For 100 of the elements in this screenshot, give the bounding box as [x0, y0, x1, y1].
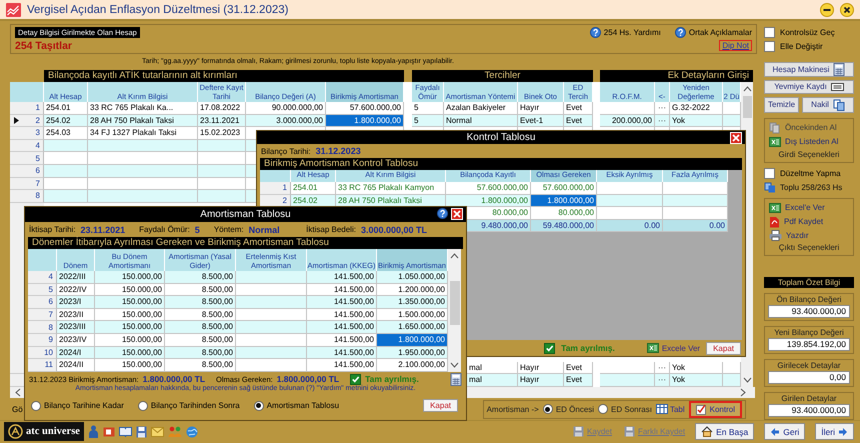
table-cell[interactable] — [236, 284, 307, 296]
table-cell[interactable] — [88, 190, 198, 203]
table-cell[interactable] — [88, 164, 198, 178]
nav-button[interactable]: En Başa — [695, 423, 754, 440]
table-cell[interactable]: 57.600.000,00 — [446, 182, 531, 195]
help-icon[interactable] — [437, 208, 448, 219]
option-label[interactable]: ED Sonrası — [611, 404, 652, 414]
table-cell[interactable] — [723, 102, 741, 115]
table-cell[interactable]: Hayır — [518, 374, 564, 387]
table-cell[interactable] — [723, 374, 741, 387]
table-cell[interactable]: Normal — [444, 114, 518, 128]
table-cell[interactable]: Evet — [564, 114, 593, 128]
table-cell[interactable]: 1.800.000,00 — [326, 114, 404, 128]
close-icon[interactable] — [840, 2, 854, 16]
tool-button[interactable]: Nakil — [802, 96, 854, 113]
table-cell[interactable]: 8.500,00 — [165, 346, 236, 360]
scroll-up-icon[interactable] — [742, 85, 752, 92]
table-cell[interactable]: 33 RC 765 Plakalı Ka... — [88, 102, 198, 115]
checkbox-label[interactable]: Elle Değiştir — [780, 42, 823, 52]
table-cell[interactable]: 90.000.000,00 — [246, 102, 326, 115]
table-cell[interactable]: 141.500,00 — [307, 308, 377, 322]
table-cell[interactable]: 2024/II — [57, 359, 95, 372]
table-cell[interactable]: Evet-1 — [518, 114, 564, 128]
table-cell[interactable]: 2022/IV — [57, 284, 95, 296]
radio-button[interactable] — [254, 400, 264, 411]
checkbox[interactable] — [764, 27, 775, 38]
table-cell[interactable] — [236, 346, 307, 360]
radio-button[interactable] — [542, 404, 553, 414]
row-header[interactable]: 9 — [28, 334, 57, 347]
table-cell[interactable]: 8.500,00 — [165, 296, 236, 309]
table-cell[interactable]: 57.600.000,00 — [531, 182, 597, 195]
nav-button[interactable]: Geri — [764, 423, 806, 440]
table-cell[interactable]: 28 AH 750 Plakalı Taksi — [88, 114, 198, 128]
table-cell[interactable]: 8.500,00 — [165, 321, 236, 334]
table-cell[interactable] — [236, 296, 307, 309]
row-header[interactable]: 5 — [10, 152, 44, 165]
table-cell[interactable] — [198, 140, 246, 152]
checkbox[interactable] — [544, 342, 556, 354]
table-cell[interactable]: 1.950.000,00 — [377, 346, 448, 360]
table-cell[interactable]: 254.01 — [44, 102, 88, 115]
checkbox[interactable] — [764, 41, 775, 52]
tool-button[interactable]: Temizle — [764, 96, 800, 113]
table-cell[interactable]: 8.500,00 — [165, 308, 236, 322]
table-cell[interactable] — [723, 362, 741, 374]
table-cell[interactable]: Evet — [564, 102, 593, 115]
table-cell[interactable]: 141.500,00 — [307, 284, 377, 296]
table-cell[interactable]: 23.11.2021 — [198, 114, 246, 128]
table-cell[interactable] — [44, 178, 88, 190]
table-cell[interactable]: 1.200.000,00 — [377, 284, 448, 296]
help-icon[interactable] — [590, 27, 601, 38]
slides-icon[interactable] — [102, 426, 115, 438]
scroll-left-icon[interactable] — [14, 388, 21, 397]
table-cell[interactable]: 2.100.000,00 — [377, 359, 448, 372]
table-cell[interactable] — [236, 359, 307, 372]
table-cell[interactable] — [600, 374, 655, 387]
row-header[interactable]: 8 — [28, 321, 57, 334]
footnote-link[interactable]: Dip Not — [719, 40, 752, 51]
row-header[interactable]: 7 — [28, 308, 57, 322]
table-cell[interactable]: 5 — [412, 102, 444, 115]
row-header[interactable]: 6 — [10, 164, 44, 178]
table-cell[interactable]: 141.500,00 — [307, 359, 377, 372]
table-cell[interactable] — [198, 190, 246, 203]
row-header[interactable]: 10 — [28, 346, 57, 360]
table-cell[interactable] — [597, 182, 663, 195]
table-cell[interactable]: G.32-2022 — [670, 102, 723, 115]
help-icon[interactable] — [674, 27, 686, 38]
table-cell[interactable]: 2022/III — [57, 271, 95, 284]
radio-button[interactable] — [598, 404, 608, 414]
table-cell[interactable]: 150.000,00 — [95, 308, 165, 322]
table-cell[interactable] — [88, 140, 198, 152]
row-header[interactable]: 4 — [28, 271, 57, 284]
table-cell[interactable]: 59.480.000,00 — [531, 220, 597, 232]
scroll-down-icon[interactable] — [450, 362, 459, 369]
table-cell[interactable]: 141.500,00 — [307, 334, 377, 347]
table-cell[interactable] — [600, 102, 655, 115]
checkbox[interactable] — [350, 374, 362, 385]
table-cell[interactable]: 150.000,00 — [95, 359, 165, 372]
table-cell[interactable]: 80.000,00 — [531, 207, 597, 220]
option-label[interactable]: Bilanço Tarihinden Sonra — [150, 401, 240, 410]
row-header[interactable]: 8 — [10, 190, 44, 203]
help-link[interactable]: Ortak Açıklamalar — [688, 28, 752, 37]
scroll-right-icon[interactable] — [740, 388, 747, 397]
table-cell[interactable] — [663, 194, 728, 208]
floppy-icon[interactable] — [136, 426, 147, 438]
tool-button[interactable]: Yevmiye Kaydı — [764, 80, 854, 94]
row-header[interactable]: 1 — [10, 102, 44, 115]
table-cell[interactable] — [44, 164, 88, 178]
table-cell[interactable]: 141.500,00 — [307, 271, 377, 284]
option-link[interactable]: Yazdır — [786, 230, 809, 240]
table-cell[interactable]: 1.350.000,00 — [377, 296, 448, 309]
table-cell[interactable]: 0.00 — [663, 220, 728, 232]
table-cell[interactable] — [236, 321, 307, 334]
table-cell[interactable] — [723, 114, 741, 128]
table-cell[interactable]: 8.500,00 — [165, 284, 236, 296]
table-cell[interactable]: 141.500,00 — [307, 346, 377, 360]
table-cell[interactable]: 2024/I — [57, 346, 95, 360]
people-icon[interactable] — [168, 426, 182, 438]
table-cell[interactable]: 2023/IV — [57, 334, 95, 347]
table-cell[interactable]: 2023/I — [57, 296, 95, 309]
table-cell[interactable]: Yok — [670, 374, 723, 387]
